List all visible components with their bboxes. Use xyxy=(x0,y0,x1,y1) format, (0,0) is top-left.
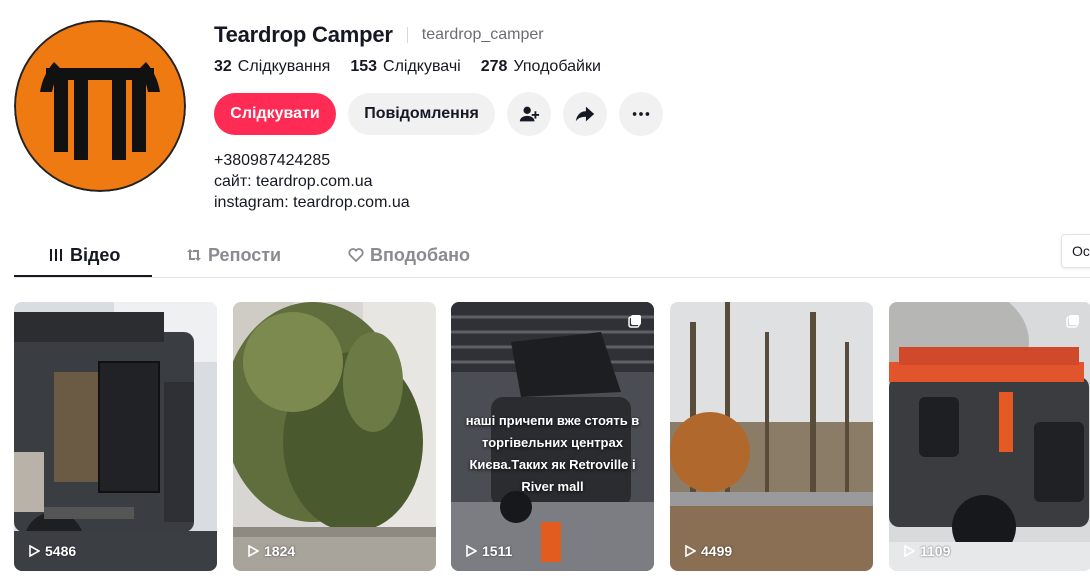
sort-dropdown[interactable]: Ост xyxy=(1061,234,1090,268)
stat-likes-label: Уподобайки xyxy=(513,58,601,75)
view-count: 4499 xyxy=(684,543,732,559)
tab-videos[interactable]: Відео xyxy=(48,234,120,276)
stat-following-count: 32 xyxy=(214,58,232,75)
stat-likes: 278 Уподобайки xyxy=(481,58,601,76)
video-card[interactable]: 1109 xyxy=(889,302,1090,571)
grid-icon xyxy=(50,249,62,261)
play-icon xyxy=(248,545,259,557)
view-count: 5486 xyxy=(28,543,76,559)
teardrop-logo xyxy=(14,20,186,192)
profile-tabs: Відео Репости Вподобано xyxy=(14,234,1090,278)
more-button[interactable] xyxy=(619,92,663,136)
video-card[interactable]: 4499 xyxy=(670,302,873,571)
video-card[interactable]: наші причепи вже стоять в торгівельних ц… xyxy=(451,302,654,571)
bio: +380987424285 сайт: teardrop.com.ua inst… xyxy=(214,150,675,213)
profile-info: Teardrop Camper teardrop_camper 32 Слідку… xyxy=(214,20,675,213)
video-caption-overlay: наші причепи вже стоять в торгівельних ц… xyxy=(465,413,640,494)
stat-followers-count: 153 xyxy=(350,58,378,75)
view-count-value: 1824 xyxy=(264,543,296,559)
video-thumbnail xyxy=(233,302,436,571)
stat-followers-label: Слідкувачі xyxy=(383,58,461,75)
video-card[interactable]: 5486 xyxy=(14,302,217,571)
bio-instagram: instagram: teardrop.com.ua xyxy=(214,194,410,211)
video-card[interactable]: 1824 xyxy=(233,302,436,571)
tab-videos-label: Відео xyxy=(70,244,121,265)
view-count: 1511 xyxy=(465,543,512,559)
play-icon xyxy=(685,545,696,557)
multi-photo-icon xyxy=(628,315,641,328)
view-count: 1824 xyxy=(247,543,295,559)
tab-liked[interactable]: Вподобано xyxy=(348,234,470,276)
avatar[interactable] xyxy=(14,20,186,192)
view-count-value: 5486 xyxy=(45,543,77,559)
add-friend-button[interactable] xyxy=(507,92,551,136)
play-icon xyxy=(466,545,477,557)
view-count: 1109 xyxy=(903,543,950,559)
play-icon xyxy=(904,545,915,557)
view-count-value: 4499 xyxy=(701,543,733,559)
video-thumbnail xyxy=(14,302,217,571)
share-button[interactable] xyxy=(563,92,607,136)
stat-likes-count: 278 xyxy=(480,58,508,75)
view-count-value: 1511 xyxy=(482,543,513,559)
stat-followers[interactable]: 153 Слідкувачі xyxy=(350,58,460,76)
active-tab-indicator xyxy=(14,275,152,277)
stat-following[interactable]: 32 Слідкування xyxy=(214,58,330,76)
message-button[interactable]: Повідомлення xyxy=(348,93,495,135)
tab-reposts[interactable]: Репости xyxy=(186,234,281,276)
profile-actions: Слідкувати Повідомлення xyxy=(214,92,675,136)
profile-stats: 32 Слідкування 153 Слідкувачі 278 Уподобайк… xyxy=(214,56,675,78)
play-icon xyxy=(29,545,40,557)
view-count-value: 1109 xyxy=(920,543,951,559)
bio-phone: +380987424285 xyxy=(214,152,331,169)
repost-icon xyxy=(187,249,201,261)
tab-liked-label: Вподобано xyxy=(370,244,471,265)
stat-following-label: Слідкування xyxy=(237,58,331,75)
multi-photo-icon xyxy=(1066,315,1079,328)
follow-button[interactable]: Слідкувати xyxy=(214,93,336,135)
divider xyxy=(406,27,408,43)
username: teardrop_camper xyxy=(421,26,544,43)
tab-reposts-label: Репости xyxy=(208,244,282,265)
heart-icon xyxy=(348,248,364,263)
display-name: Teardrop Camper xyxy=(214,22,393,47)
more-icon xyxy=(632,112,650,116)
bio-site: сайт: teardrop.com.ua xyxy=(214,173,373,190)
video-thumbnail xyxy=(889,302,1090,571)
share-icon xyxy=(575,106,595,122)
video-thumbnail xyxy=(670,302,873,571)
add-person-icon xyxy=(519,106,540,122)
